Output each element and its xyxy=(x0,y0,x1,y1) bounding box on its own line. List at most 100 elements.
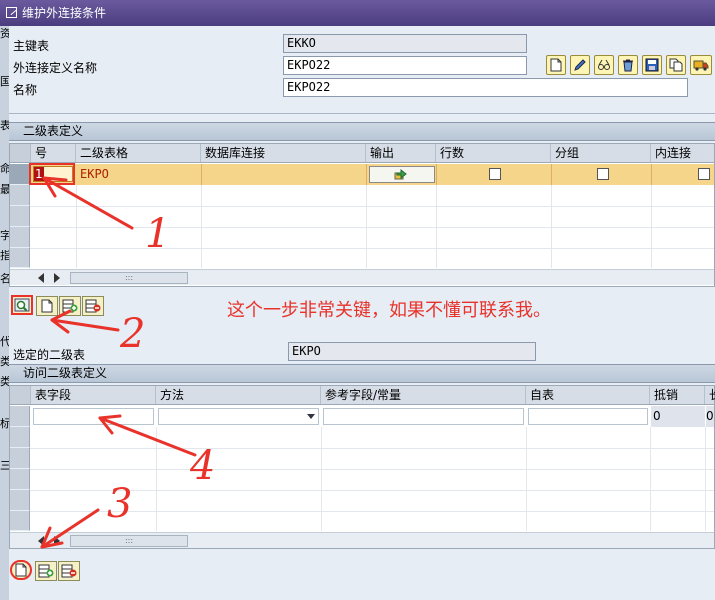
name-label: 名称 xyxy=(13,83,38,97)
separator xyxy=(9,113,715,114)
delete-row-button[interactable] xyxy=(82,296,104,316)
scroll-thumb[interactable]: ::: xyxy=(70,272,188,284)
col-offset[interactable]: 抵销 xyxy=(650,386,705,404)
insert-condition-button[interactable] xyxy=(35,561,57,581)
background-char: 名 xyxy=(0,273,9,285)
number-value: 1 xyxy=(34,167,44,181)
col-row-count-label: 行数 xyxy=(440,146,465,160)
row-count-checkbox[interactable] xyxy=(489,168,501,180)
col-group[interactable]: 分组 xyxy=(551,144,651,162)
annotation-note: 这个一步非常关键，如果不懂可联系我。 xyxy=(227,300,551,321)
col-inner-join[interactable]: 内连接 xyxy=(651,144,714,162)
row-selector[interactable] xyxy=(10,448,30,469)
delete-button[interactable] xyxy=(618,55,638,75)
ref-field-input[interactable] xyxy=(323,408,524,425)
method-select[interactable] xyxy=(158,408,319,425)
horizontal-scrollbar[interactable]: ::: xyxy=(10,269,714,285)
insert-row-button[interactable] xyxy=(59,296,81,316)
dropdown-arrow-icon[interactable] xyxy=(307,414,315,419)
row-selector-active[interactable] xyxy=(10,164,30,185)
copy-button[interactable] xyxy=(666,55,686,75)
table-row[interactable]: 1 EKPO xyxy=(31,164,714,185)
col-number[interactable]: 号 xyxy=(31,144,76,162)
transport-truck-icon xyxy=(693,60,709,71)
row-selector[interactable] xyxy=(10,227,30,248)
col-length[interactable]: 长 xyxy=(705,386,715,405)
col-method[interactable]: 方法 xyxy=(156,386,321,404)
col-output[interactable]: 输出 xyxy=(366,144,436,162)
scroll-right-arrow-icon[interactable] xyxy=(54,273,60,283)
col-db-connection-label: 数据库连接 xyxy=(205,146,266,160)
output-button[interactable] xyxy=(369,166,435,183)
background-char: 最 xyxy=(0,184,9,196)
table-row[interactable]: 0 0 xyxy=(31,406,714,427)
inner-join-checkbox[interactable] xyxy=(698,168,710,180)
col-self-table[interactable]: 自表 xyxy=(526,386,650,404)
col-db-connection[interactable]: 数据库连接 xyxy=(201,144,366,162)
magnifier-icon xyxy=(14,298,30,312)
window-title-bar: 维护外连接条件 xyxy=(0,0,715,26)
join-def-input[interactable]: EKPO22 xyxy=(283,56,527,75)
annotation-number-1: 1 xyxy=(145,211,171,257)
scroll-left-arrow-icon[interactable] xyxy=(38,273,44,283)
new-button[interactable] xyxy=(546,55,566,75)
save-button[interactable] xyxy=(642,55,662,75)
main-table-label: 主键表 xyxy=(13,39,50,53)
scroll-right-arrow-icon[interactable] xyxy=(54,536,60,546)
row-selector[interactable] xyxy=(10,406,30,427)
display-button[interactable] xyxy=(594,55,614,75)
selected-table-field: EKPO xyxy=(288,342,536,361)
delete-condition-button[interactable] xyxy=(58,561,80,581)
number-cell[interactable]: 1 xyxy=(33,166,73,182)
col-table[interactable]: 二级表格 xyxy=(76,144,201,162)
name-input[interactable]: EKPO22 xyxy=(283,78,688,97)
col-self-table-label: 自表 xyxy=(530,388,555,402)
annotation-number-2: 2 xyxy=(120,311,146,357)
row-selector[interactable] xyxy=(10,511,30,531)
copy-icon xyxy=(669,58,683,72)
col-offset-label: 抵销 xyxy=(654,388,679,402)
horizontal-scrollbar[interactable]: ::: xyxy=(10,532,714,548)
background-char: 字 xyxy=(0,230,9,242)
col-ref-field[interactable]: 参考字段/常量 xyxy=(321,386,526,404)
edit-button[interactable] xyxy=(570,55,590,75)
row-selector[interactable] xyxy=(10,185,30,206)
grid-header: 表字段 方法 参考字段/常量 自表 抵销 长 xyxy=(10,386,715,405)
join-def-label: 外连接定义名称 xyxy=(13,61,98,75)
row-selector[interactable] xyxy=(10,206,30,227)
table-field-input[interactable] xyxy=(33,408,154,425)
background-char: 三 xyxy=(0,460,9,472)
second-level-grid: 号 二级表格 数据库连接 输出 行数 分组 内连接 1 EKPO::: xyxy=(9,143,715,287)
cell-divider xyxy=(201,164,202,185)
group-checkbox[interactable] xyxy=(597,168,609,180)
self-table-input[interactable] xyxy=(528,408,648,425)
new-row-button[interactable] xyxy=(36,296,58,316)
col-row-count[interactable]: 行数 xyxy=(436,144,551,162)
background-char: 表 xyxy=(0,120,9,132)
col-output-label: 输出 xyxy=(370,146,395,160)
detail-button[interactable] xyxy=(11,295,33,315)
col-method-label: 方法 xyxy=(160,388,185,402)
col-table-field[interactable]: 表字段 xyxy=(31,386,156,404)
offset-value: 0 xyxy=(651,406,705,427)
annotation-number-4: 4 xyxy=(190,443,216,489)
scroll-left-arrow-icon[interactable] xyxy=(38,536,44,546)
row-selector[interactable] xyxy=(10,248,30,268)
new-condition-button[interactable] xyxy=(10,560,32,580)
edit-window-icon xyxy=(6,7,17,18)
grid-line xyxy=(30,227,714,228)
background-char: 资 xyxy=(0,28,9,40)
grid-line xyxy=(705,427,706,531)
row-selector[interactable] xyxy=(10,427,30,448)
col-group-label: 分组 xyxy=(555,146,580,160)
col-ref-field-label: 参考字段/常量 xyxy=(325,388,402,402)
transport-button[interactable] xyxy=(690,55,712,75)
table-value[interactable]: EKPO xyxy=(76,165,109,184)
row-selector[interactable] xyxy=(10,469,30,490)
delete-row-icon xyxy=(61,564,77,578)
col-length-label: 长 xyxy=(705,386,715,405)
background-char: 标 xyxy=(0,418,9,430)
row-selector[interactable] xyxy=(10,490,30,511)
cell-divider xyxy=(551,164,552,185)
scroll-thumb[interactable]: ::: xyxy=(70,535,188,547)
